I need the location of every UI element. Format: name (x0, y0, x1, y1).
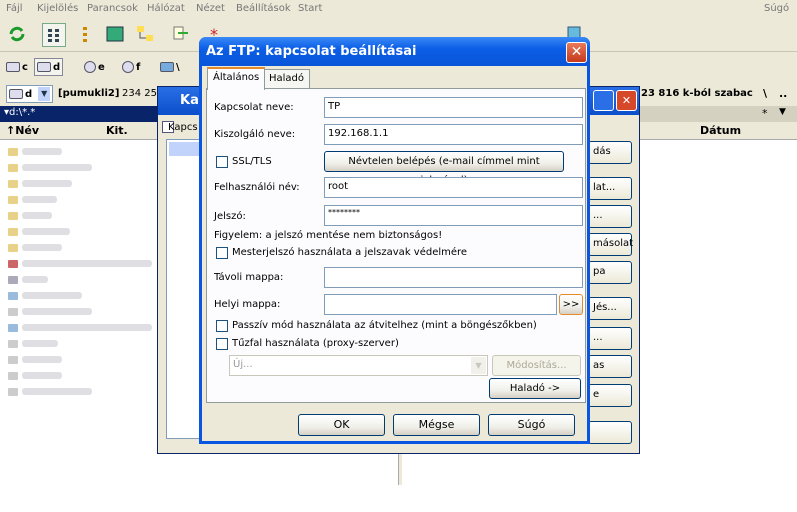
password-input[interactable]: ******** (324, 205, 583, 226)
menu-select[interactable]: Kijelölés (37, 3, 78, 14)
right-up-button[interactable]: .. (779, 87, 787, 100)
tab-general[interactable]: Általános (207, 67, 266, 90)
refresh-icon[interactable] (6, 23, 30, 47)
password-warning: Figyelem: a jelszó mentése nem biztonság… (214, 230, 443, 241)
cancel-button[interactable]: Mégse (393, 414, 480, 436)
general-tab-panel: Kapcsolat neve: TP Kiszolgáló neve: 192.… (206, 88, 586, 403)
right-history-icon[interactable]: ▼ (779, 107, 786, 117)
maximize-icon[interactable] (593, 90, 614, 111)
master-password-checkbox[interactable] (216, 247, 228, 259)
left-free-space: 234 25 (122, 88, 157, 99)
menu-help[interactable]: Súgó (764, 3, 789, 14)
dialog-title-bar: Az FTP: kapcsolat beállításai ✕ (199, 37, 590, 66)
menu-view[interactable]: Nézet (196, 3, 225, 14)
username-label: Felhasználói név: (214, 182, 300, 193)
background-button-8[interactable]: as (588, 355, 632, 378)
menu-start[interactable]: Start (298, 3, 322, 14)
chevron-down-icon: ▼ (471, 357, 486, 374)
background-button-2[interactable]: lat... (588, 177, 632, 200)
master-password-label: Mesterjelszó használata a jelszavak véde… (232, 247, 468, 258)
help-button[interactable]: Súgó (488, 414, 575, 436)
firewall-label: Tűzfal használata (proxy-szerver) (232, 338, 399, 349)
ssl-label: SSL/TLS (232, 156, 272, 167)
proxy-select[interactable]: Új... ▼ (229, 355, 488, 376)
menu-file[interactable]: Fájl (6, 3, 23, 14)
right-filter[interactable]: * (762, 107, 768, 120)
username-input[interactable]: root (324, 177, 583, 198)
ftp-settings-dialog: Az FTP: kapcsolat beállításai ✕ Általáno… (199, 37, 590, 444)
brief-view-icon[interactable] (42, 23, 66, 47)
drive-f-button[interactable]: f (122, 58, 140, 76)
left-file-panel[interactable] (0, 140, 157, 485)
connection-name-input[interactable]: TP (324, 97, 583, 118)
background-button-10[interactable] (588, 421, 632, 444)
remote-folder-label: Távoli mappa: (214, 272, 284, 283)
menu-bar: Fájl Kijelölés Parancsok Hálózat Nézet B… (0, 0, 797, 18)
background-button-4[interactable]: másolat (588, 233, 633, 256)
left-volume-label: [pumukli2] (58, 88, 120, 99)
ssl-checkbox[interactable] (216, 156, 228, 168)
firewall-checkbox[interactable] (216, 338, 228, 350)
right-root-button[interactable]: \ (763, 87, 767, 100)
left-path-active[interactable]: ▾d:\*.* (0, 106, 160, 122)
detail-view-icon[interactable] (74, 23, 98, 47)
menu-commands[interactable]: Parancsok (87, 3, 138, 14)
anonymous-login-button[interactable]: Névtelen belépés (e-mail címmel mint jel… (324, 151, 564, 186)
background-dialog-label: Kapcs (168, 122, 198, 133)
browse-local-button[interactable]: >> (559, 294, 583, 315)
host-label: Kiszolgáló neve: (214, 129, 296, 140)
modify-proxy-button[interactable]: Módosítás... (492, 355, 581, 376)
drive-d-button[interactable]: d (34, 58, 64, 76)
local-folder-input[interactable] (324, 294, 557, 315)
drive-c-button[interactable]: c (6, 58, 28, 76)
close-icon[interactable]: ✕ (566, 42, 587, 63)
passive-mode-checkbox[interactable] (216, 320, 228, 332)
background-button-9[interactable]: e (588, 384, 632, 407)
dialog-title: Az FTP: kapcsolat beállításai (206, 44, 417, 59)
right-free-space: 23 816 k-ból szabac (641, 88, 753, 99)
tree-icon[interactable] (134, 23, 158, 47)
tab-advanced[interactable]: Haladó (263, 69, 311, 89)
menu-network[interactable]: Hálózat (147, 3, 185, 14)
thumbnail-icon[interactable] (104, 23, 128, 47)
background-button-5[interactable]: pa (588, 261, 632, 284)
connection-name-label: Kapcsolat neve: (214, 102, 294, 113)
panel-splitter[interactable] (398, 454, 402, 485)
menu-settings[interactable]: Beállítások (236, 3, 291, 14)
background-close-icon[interactable]: ✕ (616, 90, 637, 111)
ok-button[interactable]: OK (298, 414, 385, 436)
advanced-button[interactable]: Haladó -> (489, 378, 581, 399)
background-button-7[interactable]: ... (588, 327, 632, 350)
drive-e-button[interactable]: e (84, 58, 105, 76)
network-drive-button[interactable]: \ (160, 58, 180, 76)
left-drive-select[interactable]: d ▼ (6, 85, 54, 103)
col-name-header[interactable]: ↑Név (6, 124, 39, 137)
local-folder-label: Helyi mappa: (214, 299, 281, 310)
passive-mode-label: Passzív mód használata az átvitelhez (mi… (232, 320, 537, 331)
remote-folder-input[interactable] (324, 267, 583, 288)
col-ext-header[interactable]: Kit. (106, 124, 128, 137)
compare-icon[interactable] (170, 23, 194, 47)
background-button-3[interactable]: ... (588, 205, 632, 228)
host-input[interactable]: 192.168.1.1 (324, 124, 583, 145)
background-button-6[interactable]: Jés... (588, 297, 632, 320)
background-button-1[interactable]: dás (588, 141, 632, 164)
col-date-header[interactable]: Dátum (700, 124, 741, 137)
password-label: Jelszó: (214, 211, 246, 222)
